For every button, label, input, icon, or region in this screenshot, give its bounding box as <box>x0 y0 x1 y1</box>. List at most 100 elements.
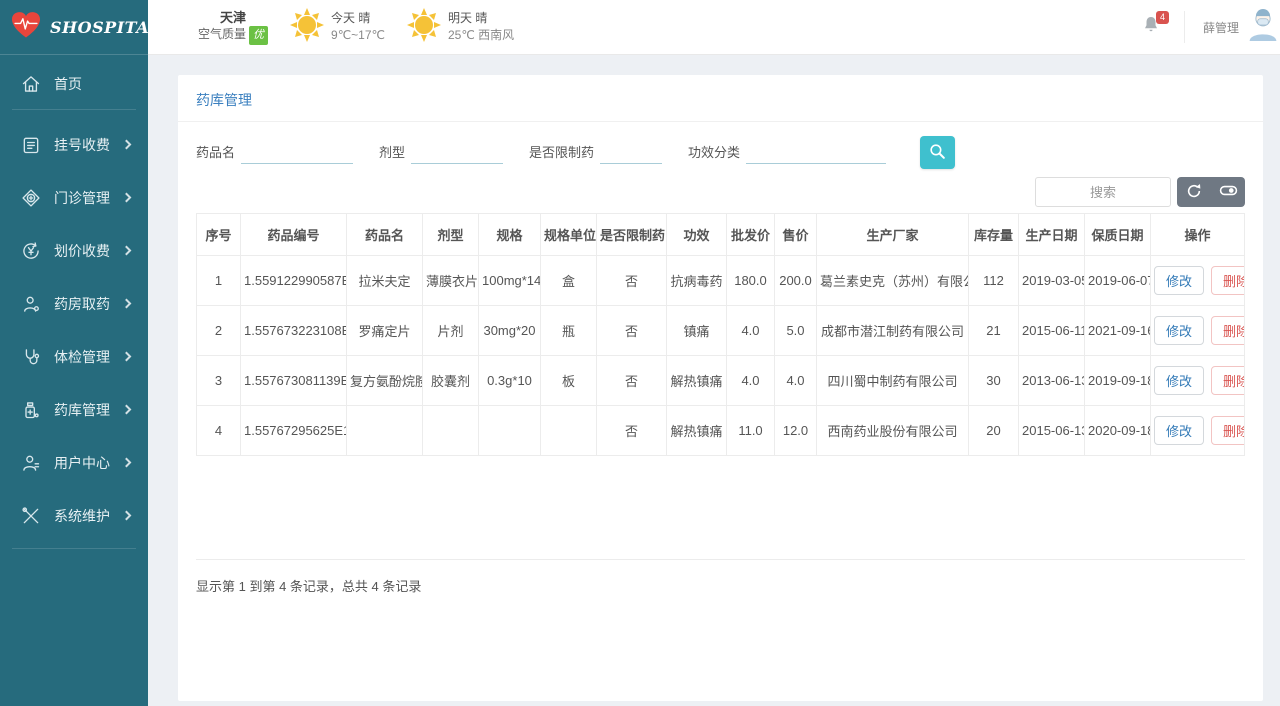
filter-is-restricted: 是否限制药 <box>529 142 662 164</box>
table-cell: 4.0 <box>727 356 775 406</box>
table-cell: 4 <box>197 406 241 456</box>
filter-efficacy-category: 功效分类 <box>688 142 886 164</box>
table-cell: 0.3g*10 <box>479 356 541 406</box>
columns-toggle-icon <box>1219 181 1238 203</box>
user-avatar[interactable] <box>1247 8 1279 47</box>
table-cell: 否 <box>597 406 667 456</box>
table-cell: 拉米夫定 <box>347 256 423 306</box>
sidebar-item-label: 药房取药 <box>54 294 110 314</box>
table-cell-actions: 修改删除 <box>1151 356 1245 406</box>
topbar: 天津 空气质量优 <box>148 0 1280 55</box>
table-cell: 100mg*14 <box>479 256 541 306</box>
delete-button[interactable]: 删除 <box>1211 366 1244 395</box>
chevron-right-icon <box>122 246 132 256</box>
table-cell-actions: 修改删除 <box>1151 306 1245 356</box>
home-icon <box>20 73 42 95</box>
table-cell: 20 <box>969 406 1019 456</box>
sun-icon <box>407 8 441 47</box>
table-cell: 1.557673081139E12 <box>241 356 347 406</box>
stethoscope-icon <box>20 346 42 368</box>
edit-button[interactable]: 修改 <box>1154 266 1204 295</box>
filter-label: 剂型 <box>379 142 405 164</box>
sidebar-item-label: 系统维护 <box>54 506 110 526</box>
weather-tomorrow-temp: 25℃ 西南风 <box>448 27 514 44</box>
sidebar-item-user-center[interactable]: 用户中心 <box>0 436 148 489</box>
is-restricted-filter-input[interactable] <box>600 142 662 164</box>
delete-button[interactable]: 删除 <box>1211 416 1244 445</box>
user-name[interactable]: 薛管理 <box>1203 19 1239 36</box>
table-cell: 30mg*20 <box>479 306 541 356</box>
table-cell: 112 <box>969 256 1019 306</box>
edit-button[interactable]: 修改 <box>1154 366 1204 395</box>
filter-drug-name: 药品名 <box>196 142 353 164</box>
table-cell: 2019-09-18 <box>1085 356 1151 406</box>
table-cell: 2015-06-11 <box>1019 306 1085 356</box>
notifications-button[interactable]: 4 <box>1142 15 1160 39</box>
drug-table-container: 序号药品编号药品名剂型规格规格单位是否限制药功效批发价售价生产厂家库存量生产日期… <box>196 213 1245 560</box>
table-cell: 4.0 <box>775 356 817 406</box>
column-header: 生产厂家 <box>817 214 969 256</box>
sidebar-item-label: 挂号收费 <box>54 135 110 155</box>
sidebar-item-outpatient[interactable]: 门诊管理 <box>0 171 148 224</box>
column-header: 是否限制药 <box>597 214 667 256</box>
table-cell: 解热镇痛 <box>667 406 727 456</box>
drug-table: 序号药品编号药品名剂型规格规格单位是否限制药功效批发价售价生产厂家库存量生产日期… <box>196 213 1245 456</box>
sidebar-item-label: 用户中心 <box>54 453 110 473</box>
table-cell: 板 <box>541 356 597 406</box>
filter-label: 功效分类 <box>688 142 740 164</box>
table-cell: 四川蜀中制药有限公司 <box>817 356 969 406</box>
table-cell: 瓶 <box>541 306 597 356</box>
filter-search-button[interactable] <box>920 136 955 169</box>
topbar-right: 4 薛管理 <box>1142 8 1275 47</box>
air-quality: 空气质量优 <box>198 26 268 45</box>
dosage-form-filter-input[interactable] <box>411 142 503 164</box>
table-search-input[interactable] <box>1035 177 1171 207</box>
sidebar-item-drug-warehouse[interactable]: 药库管理 <box>0 383 148 436</box>
column-header: 批发价 <box>727 214 775 256</box>
sidebar-item-registration[interactable]: 挂号收费 <box>0 118 148 171</box>
sidebar-item-label: 划价收费 <box>54 241 110 261</box>
table-cell: 西南药业股份有限公司 <box>817 406 969 456</box>
edit-button[interactable]: 修改 <box>1154 316 1204 345</box>
notification-count-badge: 4 <box>1156 11 1169 24</box>
table-cell: 葛兰素史克（苏州）有限公司 <box>817 256 969 306</box>
drug-name-filter-input[interactable] <box>241 142 353 164</box>
sidebar-item-pharmacy[interactable]: 药房取药 <box>0 277 148 330</box>
weather-city-block: 天津 空气质量优 <box>198 9 268 45</box>
sidebar-item-pricing[interactable]: 划价收费 <box>0 224 148 277</box>
column-header: 操作 <box>1151 214 1245 256</box>
table-cell: 2019-03-05 <box>1019 256 1085 306</box>
content-panel: 药库管理 药品名 剂型 是否限制药 <box>178 75 1263 701</box>
table-cell: 180.0 <box>727 256 775 306</box>
sidebar-item-home[interactable]: 首页 <box>0 61 148 107</box>
table-cell: 解热镇痛 <box>667 356 727 406</box>
edit-button[interactable]: 修改 <box>1154 416 1204 445</box>
delete-button[interactable]: 删除 <box>1211 316 1244 345</box>
sidebar-item-system-maintenance[interactable]: 系统维护 <box>0 489 148 542</box>
sidebar-item-label: 门诊管理 <box>54 188 110 208</box>
efficacy-category-filter-input[interactable] <box>746 142 886 164</box>
registration-card-icon <box>20 134 42 156</box>
table-toolbar-buttons <box>1177 177 1245 207</box>
table-cell: 1.55767295625E12 <box>241 406 347 456</box>
table-cell: 薄膜衣片 <box>423 256 479 306</box>
magnifier-icon <box>928 142 947 164</box>
filter-dosage-form: 剂型 <box>379 142 503 164</box>
tools-icon <box>20 505 42 527</box>
weather-today: 今天 晴 9℃~17℃ <box>290 8 385 47</box>
sidebar-item-label: 药库管理 <box>54 400 110 420</box>
refresh-button[interactable] <box>1177 177 1211 207</box>
column-header: 库存量 <box>969 214 1019 256</box>
weather-today-label: 今天 晴 <box>331 10 385 27</box>
delete-button[interactable]: 删除 <box>1211 266 1244 295</box>
columns-toggle-button[interactable] <box>1211 177 1245 207</box>
column-header: 功效 <box>667 214 727 256</box>
chevron-right-icon <box>122 140 132 150</box>
column-header: 剂型 <box>423 214 479 256</box>
table-toolbar <box>178 169 1263 213</box>
table-cell: 2019-06-07 <box>1085 256 1151 306</box>
table-cell: 否 <box>597 256 667 306</box>
sidebar-item-physical-exam[interactable]: 体检管理 <box>0 330 148 383</box>
table-cell <box>479 406 541 456</box>
app-title: SHOSPITAL <box>50 18 161 37</box>
